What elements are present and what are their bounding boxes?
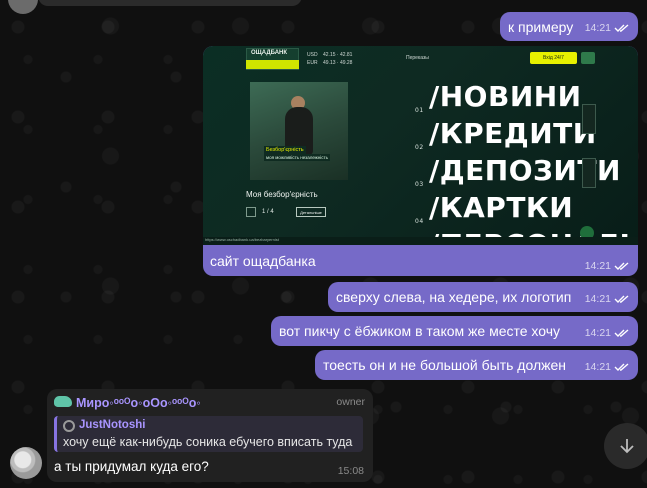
reply-sender-name: JustNotoshi <box>79 419 146 431</box>
outgoing-message[interactable]: тоесть он и не большой быть должен 14:21 <box>315 350 638 380</box>
menu-item: 01/НОВИНИ <box>415 80 582 114</box>
sender-emoji-icon <box>54 396 72 407</box>
message-meta: 14:21 <box>585 19 630 37</box>
arrow-down-icon <box>620 439 634 454</box>
message-text: к примеру <box>508 19 574 35</box>
outgoing-message[interactable]: к примеру 14:21 <box>500 12 638 41</box>
promo-sub: моя можливість незалежність <box>264 154 330 161</box>
read-ticks-icon <box>614 262 629 270</box>
menu-item: 02/КРЕДИТИ <box>415 117 597 151</box>
message-time: 14:21 <box>584 327 611 339</box>
menu-item: 04/КАРТКИ <box>415 191 574 225</box>
prev-arrow-icon <box>246 207 256 217</box>
promo-title: Моя безбор'єрність <box>246 190 318 199</box>
message-text: сверху слева, на хедере, их логотип <box>336 289 572 305</box>
read-ticks-icon <box>614 363 629 371</box>
message-meta: 14:21 <box>585 324 630 342</box>
message-meta: 14:21 <box>585 358 630 376</box>
usd-label: USD <box>307 52 318 58</box>
eur-label: EUR <box>307 60 318 66</box>
status-url: https://www.oschadbank.ua/bezbaryernist <box>203 237 638 245</box>
website-screenshot-image[interactable]: ОЩАДБАНК USD 42.15 · 42.81 EUR 49.13 · 4… <box>203 46 638 245</box>
message-meta: 14:21 <box>585 260 630 272</box>
read-ticks-icon <box>614 24 629 32</box>
usd-rate: 42.15 · 42.81 <box>323 52 353 58</box>
read-ticks-icon <box>614 295 629 303</box>
bank-logo-strip <box>246 60 299 69</box>
reply-text: хочу ещё как-нибудь соника ебучего вписа… <box>63 435 353 449</box>
more-button: Детальніше <box>296 207 326 217</box>
menu-item: 03/ДЕПОЗИТИ <box>415 154 621 188</box>
message-meta: 14:21 <box>585 290 630 308</box>
message-time: 14:21 <box>584 260 611 272</box>
bank-logo-text: ОЩАДБАНК <box>251 50 288 56</box>
message-time: 14:21 <box>584 293 611 305</box>
reply-quote[interactable]: JustNotoshi хочу ещё как-нибудь соника е… <box>54 416 363 452</box>
scroll-down-button[interactable] <box>604 423 647 469</box>
promo-badge: Безбор'єрність <box>264 146 306 154</box>
read-ticks-icon <box>614 329 629 337</box>
incoming-message[interactable]: Миро◦ᵒᵒᴼo◦oOo◦ᵒᵒᴼo◦ owner JustNotoshi хо… <box>47 389 373 482</box>
photo-caption: сайт ощадбанка <box>210 253 316 269</box>
eur-rate: 49.13 · 49.28 <box>323 60 353 66</box>
message-text: а ты придумал куда его? <box>54 459 209 474</box>
promo-card: Безбор'єрність моя можливість незалежніс… <box>250 82 348 180</box>
reply-avatar-icon <box>63 420 75 432</box>
menu-list: 01/НОВИНИ 02/КРЕДИТИ 03/ДЕПОЗИТИ 04/КАРТ… <box>415 78 638 245</box>
menu-icon <box>581 52 595 64</box>
outgoing-message[interactable]: сверху слева, на хедере, их логотип 14:2… <box>328 282 638 312</box>
outgoing-message[interactable]: вот пикчу с ёбжиком в таком же месте хоч… <box>271 316 638 346</box>
message-text: тоесть он и не большой быть должен <box>323 357 567 373</box>
cta-button: Вхід 24/7 <box>530 52 577 64</box>
previous-message-bubble <box>38 0 302 6</box>
message-text: вот пикчу с ёбжиком в таком же месте хоч… <box>279 323 561 339</box>
message-time: 14:21 <box>584 361 611 373</box>
message-time: 14:21 <box>584 22 611 34</box>
slider-pager: 1 / 4 <box>246 207 274 217</box>
outgoing-photo-message[interactable]: ОЩАДБАНК USD 42.15 · 42.81 EUR 49.13 · 4… <box>203 46 638 276</box>
role-badge: owner <box>336 396 365 408</box>
pager-text: 1 / 4 <box>262 209 274 215</box>
message-time: 15:08 <box>337 465 364 477</box>
sender-avatar[interactable] <box>10 447 42 479</box>
google-play-badge <box>582 158 596 188</box>
nav-services: Переказы <box>406 55 429 61</box>
app-store-badge <box>582 104 596 134</box>
sender-name[interactable]: Миро◦ᵒᵒᴼo◦oOo◦ᵒᵒᴼo◦ <box>76 396 201 410</box>
